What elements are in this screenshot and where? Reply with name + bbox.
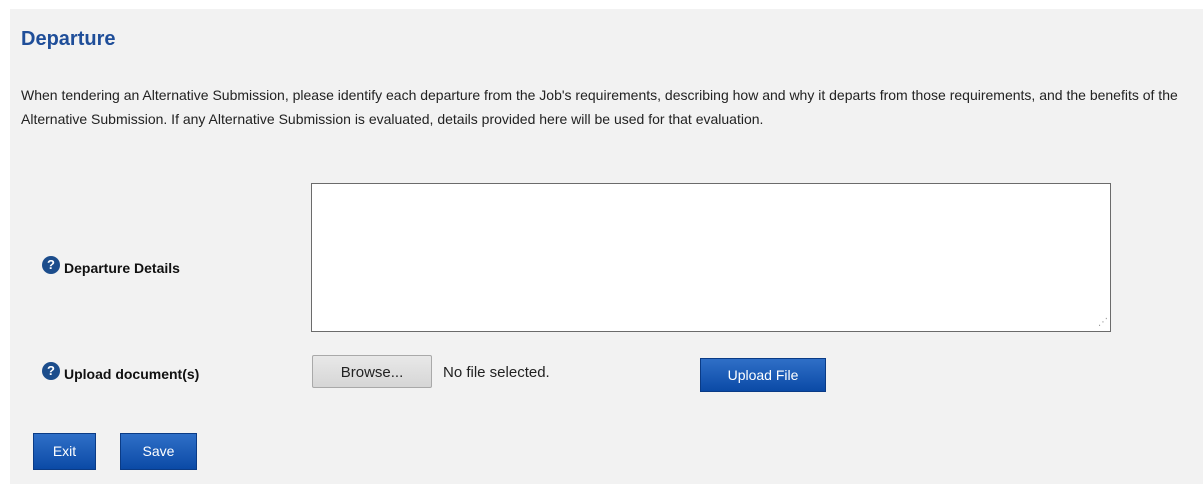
browse-button[interactable]: Browse... — [312, 355, 432, 388]
upload-documents-label: Upload document(s) — [64, 366, 200, 382]
question-circle-icon[interactable]: ? — [42, 362, 60, 380]
departure-description: When tendering an Alternative Submission… — [21, 87, 1178, 127]
upload-file-button[interactable]: Upload File — [700, 358, 826, 392]
exit-button[interactable]: Exit — [33, 433, 96, 470]
departure-details-label: Departure Details — [64, 260, 180, 276]
page-title: Departure — [21, 28, 116, 50]
question-circle-icon[interactable]: ? — [42, 256, 60, 274]
departure-details-textarea[interactable] — [311, 183, 1111, 332]
file-selection-status: No file selected. — [443, 364, 550, 381]
save-button[interactable]: Save — [120, 433, 197, 470]
resize-grip-icon[interactable]: ⋰ — [1098, 318, 1108, 328]
